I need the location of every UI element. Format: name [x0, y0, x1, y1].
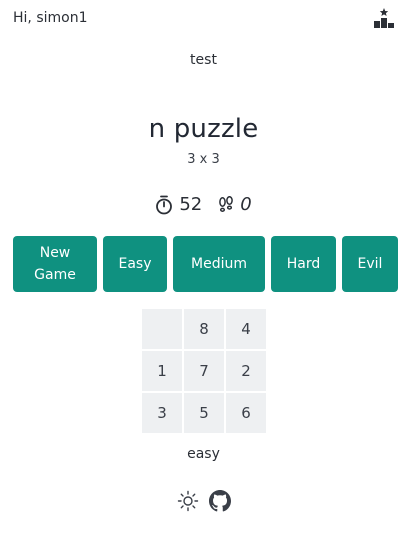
puzzle-tile[interactable]: 5	[184, 393, 224, 433]
sun-icon	[177, 490, 198, 512]
hard-button[interactable]: Hard	[271, 236, 336, 292]
board-size-label: 3 x 3	[187, 152, 220, 167]
puzzle-tile[interactable]: 4	[226, 309, 266, 349]
empty-tile[interactable]	[142, 309, 182, 349]
puzzle-tile[interactable]: 3	[142, 393, 182, 433]
leaderboard-icon	[374, 8, 394, 28]
theme-toggle-button[interactable]	[177, 490, 199, 512]
moves-value: 0	[240, 194, 252, 215]
page: Hi, simon1 test n puzzle 3 x 3 52 0 New …	[0, 0, 407, 548]
moves-stat: 0	[218, 194, 252, 215]
github-link[interactable]	[208, 490, 231, 512]
game-controls: New Game Easy Medium Hard Evil	[13, 236, 398, 292]
page-title: n puzzle	[148, 114, 259, 144]
puzzle-tile[interactable]: 1	[142, 351, 182, 391]
greeting: Hi, simon1	[13, 10, 88, 26]
puzzle-board: 8 4 1 7 2 3 5 6	[142, 309, 266, 433]
puzzle-tile[interactable]: 7	[184, 351, 224, 391]
subtitle: test	[190, 52, 217, 68]
puzzle-tile[interactable]: 8	[184, 309, 224, 349]
difficulty-label: easy	[187, 446, 220, 462]
stats-bar: 52 0	[0, 194, 407, 215]
footsteps-icon	[219, 195, 234, 212]
evil-button[interactable]: Evil	[342, 236, 398, 292]
new-game-button[interactable]: New Game	[13, 236, 97, 292]
puzzle-tile[interactable]: 2	[226, 351, 266, 391]
stopwatch-icon	[156, 195, 173, 214]
leaderboard-button[interactable]	[372, 6, 396, 30]
timer-stat: 52	[155, 194, 202, 215]
github-icon	[208, 490, 231, 512]
easy-button[interactable]: Easy	[103, 236, 167, 292]
medium-button[interactable]: Medium	[173, 236, 265, 292]
timer-value: 52	[179, 194, 203, 215]
footer	[0, 490, 407, 512]
puzzle-tile[interactable]: 6	[226, 393, 266, 433]
